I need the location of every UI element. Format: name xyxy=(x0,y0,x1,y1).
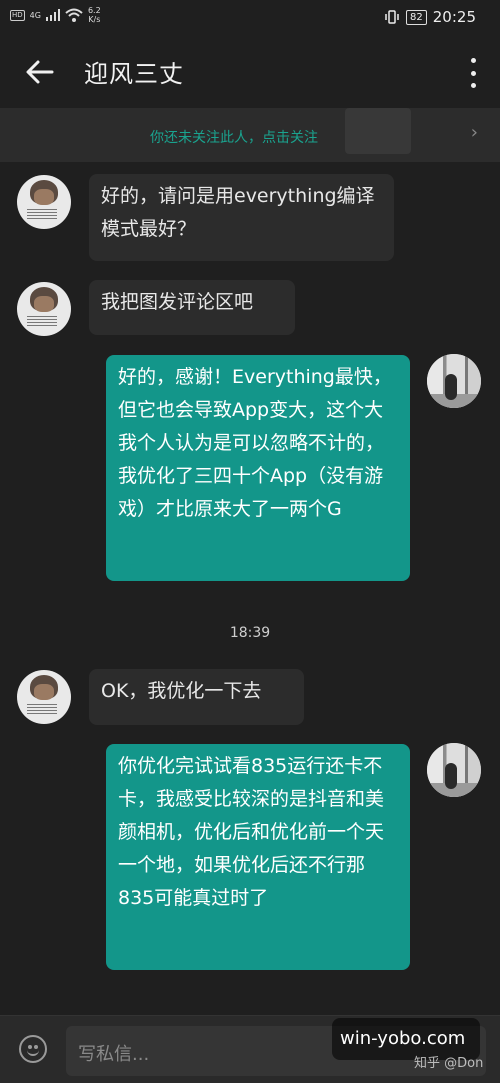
avatar[interactable] xyxy=(17,670,71,724)
watermark-site: win-yobo.com xyxy=(340,1028,466,1049)
message-timestamp: 18:39 xyxy=(229,625,271,641)
chevron-right-icon[interactable]: › xyxy=(471,122,478,143)
message-bubble-outgoing[interactable]: 你优化完试试看835运行还卡不卡，我感受比较深的是抖音和美颜相机，优化后和优化前… xyxy=(106,744,410,970)
page-title: 迎风三丈 xyxy=(84,60,184,88)
arrow-left-icon[interactable] xyxy=(22,54,58,90)
status-right: 82 20:25 xyxy=(384,8,476,26)
app-bar: 迎风三丈 xyxy=(0,36,500,108)
status-left: HD 4G 6.2 K/s xyxy=(10,6,101,24)
message-bubble-incoming[interactable]: 好的，请问是用everything编译模式最好？ xyxy=(89,174,394,261)
avatar-self[interactable] xyxy=(427,743,481,797)
network-speed: 6.2 K/s xyxy=(88,6,101,24)
avatar-self[interactable] xyxy=(427,354,481,408)
avatar[interactable] xyxy=(17,175,71,229)
vibrate-icon xyxy=(385,10,399,24)
status-time: 20:25 xyxy=(432,8,476,26)
message-bubble-incoming[interactable]: OK，我优化一下去 xyxy=(89,669,304,725)
wifi-icon xyxy=(65,8,83,22)
message-bubble-outgoing[interactable]: 好的，感谢！Everything最快，但它也会导致App变大，这个大我个人认为是… xyxy=(106,355,410,581)
status-bar: HD 4G 6.2 K/s 82 20:25 xyxy=(0,0,500,36)
follow-banner[interactable]: 你还未关注此人，点击关注 › xyxy=(0,108,500,162)
banner-thumbnail xyxy=(345,108,411,154)
speed-value: 6.2 xyxy=(87,6,101,15)
message-input-placeholder: 写私信... xyxy=(78,1044,150,1065)
chat-thread: 好的，请问是用everything编译模式最好？ 我把图发评论区吧 好的，感谢！… xyxy=(0,162,500,1015)
network-type: 4G xyxy=(29,10,41,20)
avatar[interactable] xyxy=(17,282,71,336)
message-bubble-incoming[interactable]: 我把图发评论区吧 xyxy=(89,280,295,335)
battery-indicator: 82 xyxy=(406,9,427,25)
more-vertical-icon[interactable] xyxy=(468,58,478,88)
signal-icon xyxy=(45,9,60,21)
emoji-icon[interactable] xyxy=(19,1035,47,1063)
hd-badge: HD xyxy=(10,9,25,21)
follow-prompt[interactable]: 你还未关注此人，点击关注 xyxy=(150,127,318,147)
watermark-credit: 知乎 @Don xyxy=(414,1056,484,1071)
speed-unit: K/s xyxy=(88,15,101,24)
